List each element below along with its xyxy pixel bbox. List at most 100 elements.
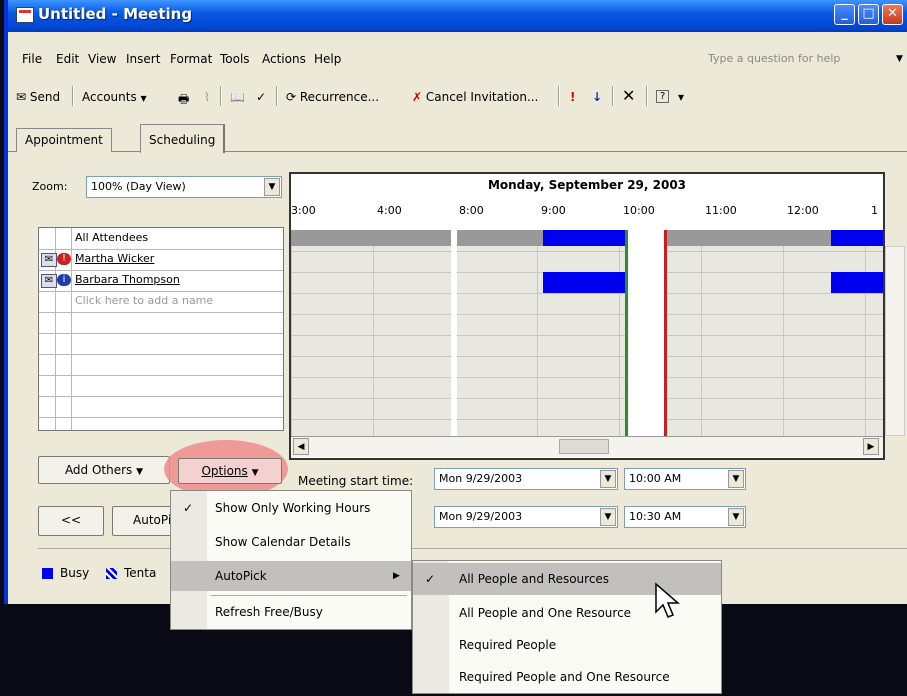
meeting-time-selection[interactable] bbox=[625, 230, 667, 436]
toolbar-options-icon[interactable]: ▾ bbox=[678, 90, 684, 104]
menu-item-autopick[interactable]: AutoPick ▶ bbox=[171, 561, 411, 591]
scroll-left-icon[interactable]: ◀ bbox=[293, 438, 309, 455]
minimize-button[interactable]: _ bbox=[834, 4, 855, 25]
toolbar-separator bbox=[220, 86, 222, 106]
start-time-field[interactable]: 10:00 AM ▼ bbox=[624, 468, 746, 490]
cancel-invitation-button[interactable]: ✗ Cancel Invitation... bbox=[412, 90, 538, 104]
table-row[interactable]: ✉ i Barbara Thompson bbox=[39, 270, 283, 292]
zoom-dropdown-icon[interactable]: ▼ bbox=[264, 178, 280, 196]
menu-item-show-working-hours[interactable]: ✓ Show Only Working Hours bbox=[171, 493, 411, 523]
address-book-icon[interactable]: 📖 bbox=[230, 90, 245, 104]
close-button[interactable]: ✕ bbox=[882, 4, 903, 25]
send-icon: ✉ bbox=[16, 90, 30, 104]
help-search-input[interactable]: Type a question for help bbox=[708, 52, 840, 65]
horizontal-scrollbar[interactable]: ◀ ▶ bbox=[291, 436, 883, 457]
previous-button[interactable]: << bbox=[38, 506, 104, 536]
required-attendee-icon[interactable]: ! bbox=[57, 253, 71, 265]
end-time-field[interactable]: 10:30 AM ▼ bbox=[624, 506, 746, 528]
list-item bbox=[39, 333, 283, 355]
zoom-label: Zoom: bbox=[32, 180, 68, 193]
scrollbar-thumb[interactable] bbox=[559, 439, 609, 454]
menu-separator bbox=[211, 595, 407, 596]
optional-attendee-icon[interactable]: i bbox=[57, 274, 71, 286]
add-name-row[interactable]: Click here to add a name bbox=[39, 291, 283, 313]
menu-tools[interactable]: Tools bbox=[220, 52, 250, 66]
tentative-legend-label: Tenta bbox=[124, 566, 157, 580]
tab-scheduling[interactable]: Scheduling bbox=[140, 124, 226, 153]
end-date-dropdown-icon[interactable]: ▼ bbox=[600, 508, 616, 526]
list-item bbox=[39, 396, 283, 418]
menu-insert[interactable]: Insert bbox=[126, 52, 160, 66]
menu-item-required-people-one-resource[interactable]: Required People and One Resource bbox=[413, 661, 721, 693]
menu-item-show-calendar-details[interactable]: Show Calendar Details bbox=[171, 527, 411, 557]
day-separator bbox=[451, 230, 457, 436]
zoom-select[interactable]: 100% (Day View) ▼ bbox=[86, 176, 282, 198]
time-label: 11:00 bbox=[705, 204, 737, 217]
list-item bbox=[39, 354, 283, 376]
maximize-button[interactable]: □ bbox=[858, 4, 879, 25]
window-title: Untitled - Meeting bbox=[38, 5, 193, 23]
scroll-right-icon[interactable]: ▶ bbox=[863, 438, 879, 455]
schedule-body[interactable] bbox=[291, 230, 883, 436]
meeting-icon bbox=[16, 7, 34, 23]
tentative-legend-swatch bbox=[106, 568, 117, 579]
free-busy-grid[interactable]: Monday, September 29, 2003 3:00 4:00 8:0… bbox=[289, 172, 885, 460]
list-item bbox=[39, 417, 283, 438]
start-date-field[interactable]: Mon 9/29/2003 ▼ bbox=[434, 468, 618, 490]
menu-actions[interactable]: Actions bbox=[262, 52, 306, 66]
add-name-placeholder[interactable]: Click here to add a name bbox=[75, 294, 213, 307]
all-attendees-header: All Attendees bbox=[75, 231, 149, 244]
list-item bbox=[39, 312, 283, 334]
attendee-list: All Attendees ✉ ! Martha Wicker ✉ i Barb… bbox=[38, 227, 284, 431]
envelope-icon[interactable]: ✉ bbox=[41, 274, 57, 288]
busy-block bbox=[543, 272, 625, 293]
title-bar: Untitled - Meeting _ □ ✕ bbox=[8, 0, 907, 32]
add-others-button[interactable]: Add Others ▼ bbox=[38, 456, 170, 484]
meeting-window: Untitled - Meeting _ □ ✕ File Edit View … bbox=[4, 0, 907, 604]
print-icon[interactable]: 🖶 bbox=[178, 90, 189, 111]
busy-block bbox=[831, 272, 883, 293]
toolbar-separator bbox=[276, 86, 278, 106]
menu-format[interactable]: Format bbox=[170, 52, 212, 66]
attach-icon[interactable]: ⌇ bbox=[204, 90, 210, 104]
send-button[interactable]: ✉ Send bbox=[16, 90, 60, 104]
dropdown-arrow-icon: ▼ bbox=[140, 94, 147, 103]
vertical-scrollbar[interactable] bbox=[885, 246, 905, 436]
menu-view[interactable]: View bbox=[88, 52, 116, 66]
help-icon[interactable]: ? bbox=[656, 90, 670, 103]
time-label: 12:00 bbox=[787, 204, 819, 217]
table-row[interactable]: ✉ ! Martha Wicker bbox=[39, 249, 283, 271]
attendee-name[interactable]: Martha Wicker bbox=[75, 252, 154, 265]
end-time-dropdown-icon[interactable]: ▼ bbox=[728, 508, 744, 526]
end-date-field[interactable]: Mon 9/29/2003 ▼ bbox=[434, 506, 618, 528]
menu-bar: File Edit View Insert Format Tools Actio… bbox=[8, 48, 907, 70]
menu-item-required-people[interactable]: Required People bbox=[413, 629, 721, 661]
accounts-button[interactable]: Accounts ▼ bbox=[82, 90, 147, 104]
toolbar-separator bbox=[646, 86, 648, 106]
check-names-icon[interactable]: ✓ bbox=[256, 90, 266, 104]
envelope-icon[interactable]: ✉ bbox=[41, 253, 57, 267]
list-item[interactable]: All Attendees bbox=[39, 228, 283, 250]
menu-help[interactable]: Help bbox=[314, 52, 341, 66]
time-label: 1 bbox=[871, 204, 878, 217]
start-time-dropdown-icon[interactable]: ▼ bbox=[728, 470, 744, 488]
menu-edit[interactable]: Edit bbox=[56, 52, 79, 66]
low-importance-icon[interactable]: ↓ bbox=[592, 90, 602, 104]
start-date-dropdown-icon[interactable]: ▼ bbox=[600, 470, 616, 488]
toolbar: ✉ Send Accounts ▼ 🖶 ⌇ 📖 ✓ ⟳ Recurrence..… bbox=[8, 76, 907, 112]
time-label: 9:00 bbox=[541, 204, 566, 217]
delete-icon[interactable]: ✕ bbox=[622, 86, 635, 105]
list-item bbox=[39, 375, 283, 397]
menu-item-refresh-free-busy[interactable]: Refresh Free/Busy bbox=[171, 597, 411, 627]
menu-file[interactable]: File bbox=[22, 52, 42, 66]
recurrence-button[interactable]: ⟳ Recurrence... bbox=[286, 90, 379, 104]
options-button[interactable]: Options ▼ bbox=[178, 458, 282, 484]
high-importance-icon[interactable]: ! bbox=[570, 90, 575, 104]
meeting-start-label: Meeting start time: bbox=[298, 474, 414, 488]
tab-appointment[interactable]: Appointment bbox=[16, 128, 112, 152]
help-dropdown-icon[interactable]: ▼ bbox=[896, 54, 903, 64]
cancel-invitation-icon: ✗ bbox=[412, 90, 426, 104]
legend-divider bbox=[38, 548, 907, 549]
attendee-name[interactable]: Barbara Thompson bbox=[75, 273, 180, 286]
autopick-submenu: ✓ All People and Resources All People an… bbox=[412, 560, 722, 694]
